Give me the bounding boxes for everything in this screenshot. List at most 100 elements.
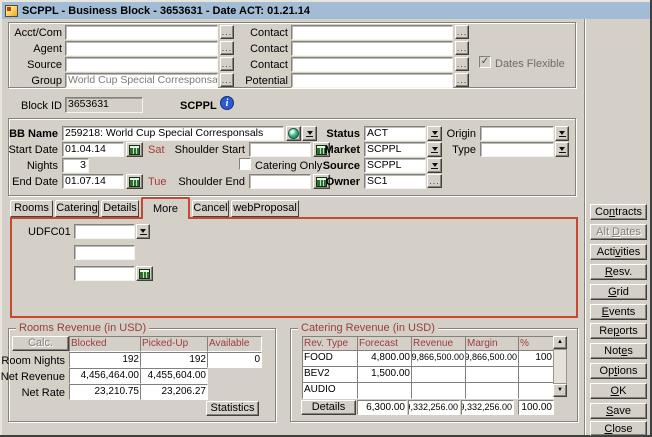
catering-row-audio-revenue[interactable] <box>411 382 466 399</box>
start-date-label: Start Date <box>8 144 58 156</box>
dates-flexible-label: Dates Flexible <box>495 58 565 70</box>
catering-row-bev2-percent[interactable] <box>518 366 554 383</box>
rooms-col-available: Available <box>207 336 262 352</box>
contact2-field[interactable] <box>291 41 453 56</box>
net-rate-picked-cell: 23,206.27 <box>140 384 208 400</box>
details-button[interactable]: Details <box>301 400 356 415</box>
market-field[interactable]: SCPPL <box>364 142 426 157</box>
udfc01-field[interactable] <box>74 224 135 239</box>
agent-field[interactable] <box>65 41 218 56</box>
catering-row-food-revenue[interactable]: 9,866,500.00 <box>411 350 466 367</box>
sidebar-button-ok[interactable]: OK <box>590 383 647 399</box>
sidebar-button-grid[interactable]: Grid <box>590 284 647 300</box>
info-icon[interactable]: i <box>220 96 234 110</box>
room-nights-available-cell: 0 <box>207 352 262 368</box>
dates-flexible-checkbox: ✓ <box>479 56 491 68</box>
sidebar-button-events[interactable]: Events <box>590 304 647 320</box>
block-id-field: 3653631 <box>65 97 143 113</box>
shoulder-end-field[interactable] <box>249 174 311 189</box>
status-field[interactable]: ACT <box>364 126 426 141</box>
acct-com-label: Acct/Com <box>8 27 62 39</box>
sidebar-button-close[interactable]: Close <box>590 421 647 436</box>
tab-webproposal[interactable]: webProposal <box>231 200 299 217</box>
business-block-window: SCPPL - Business Block - 3653631 - Date … <box>0 0 652 437</box>
catering-row-audio-forecast[interactable] <box>357 382 412 399</box>
start-date-calendar-button[interactable] <box>126 142 143 157</box>
catering-row-bev2-revenue[interactable] <box>411 366 466 383</box>
source-account-label: Source <box>8 59 62 71</box>
sidebar-button-options[interactable]: Options <box>590 363 647 379</box>
calendar-icon <box>139 269 150 279</box>
catering-row-food-percent[interactable]: 100 <box>518 350 554 367</box>
contact1-field[interactable] <box>291 25 453 40</box>
end-date-field[interactable]: 01.07.14 <box>62 174 124 189</box>
contact3-field[interactable] <box>291 57 453 72</box>
owner-lov-button[interactable]: ... <box>427 174 442 188</box>
dropdown-bar-icon <box>559 136 566 137</box>
nights-field[interactable]: 3 <box>62 158 89 173</box>
rooms-col-picked-up: Picked-Up <box>140 336 208 352</box>
source-account-field[interactable] <box>65 57 218 72</box>
catering-row-food-margin[interactable]: 9,866,500.00 <box>465 350 519 367</box>
catering-total-forecast: 6,300.00 <box>357 400 407 415</box>
catering-only-checkbox[interactable] <box>239 158 251 170</box>
source-dropdown-button[interactable] <box>427 158 442 173</box>
owner-label: Owner <box>312 176 360 188</box>
origin-dropdown-button[interactable] <box>555 126 569 141</box>
catering-row-food-type[interactable]: FOOD <box>302 350 358 367</box>
tab-cancel[interactable]: Cancel <box>192 200 229 217</box>
catering-col-margin: Margin <box>465 336 519 351</box>
udfc01-dropdown-button[interactable] <box>136 224 150 239</box>
acct-com-field[interactable] <box>65 25 218 40</box>
owner-field[interactable]: SC1 <box>364 174 426 189</box>
calendar-icon <box>129 177 140 187</box>
net-revenue-row-label: Net Revenue <box>0 371 65 383</box>
potential-field[interactable] <box>291 73 453 88</box>
dropdown-arrow-icon <box>559 147 565 151</box>
sidebar-button-contracts[interactable]: Contracts <box>590 204 647 220</box>
net-revenue-blocked-cell: 4,456,464.00 <box>69 368 141 384</box>
tab-rooms[interactable]: Rooms <box>10 200 53 217</box>
sidebar-button-activities[interactable]: Activities <box>590 244 647 260</box>
udf-date-calendar-button[interactable] <box>136 266 153 281</box>
calc-button: Calc. <box>12 336 69 351</box>
sidebar-button-save[interactable]: Save <box>590 403 647 419</box>
contact3-lov-button[interactable]: ... <box>455 57 469 71</box>
catering-scrollbar-track[interactable] <box>553 349 567 384</box>
udf-field-3[interactable] <box>74 266 135 281</box>
contact2-lov-button[interactable]: ... <box>455 41 469 55</box>
catering-row-food-forecast[interactable]: 4,800.00 <box>357 350 412 367</box>
room-nights-row-label: Room Nights <box>0 355 65 367</box>
sidebar-button-reports[interactable]: Reports <box>590 323 647 339</box>
statistics-button[interactable]: Statistics <box>206 401 259 416</box>
type-field[interactable] <box>480 142 554 157</box>
room-nights-blocked-cell: 192 <box>69 352 141 368</box>
bb-name-globe-button[interactable] <box>286 126 301 141</box>
start-date-field[interactable]: 01.04.14 <box>62 142 124 157</box>
sidebar-button-notes[interactable]: Notes <box>590 343 647 359</box>
tab-details[interactable]: Details <box>101 200 139 217</box>
source-field[interactable]: SCPPL <box>364 158 426 173</box>
catering-row-bev2-margin[interactable] <box>465 366 519 383</box>
end-date-label: End Date <box>8 176 58 188</box>
contact3-label: Contact <box>232 59 288 71</box>
origin-field[interactable] <box>480 126 554 141</box>
bb-name-field[interactable]: 259218: World Cup Special Corresponsals <box>62 126 284 141</box>
catering-row-audio-percent[interactable] <box>518 382 554 399</box>
potential-lov-button[interactable]: ... <box>455 73 469 87</box>
udf-field-2[interactable] <box>74 245 135 260</box>
catering-row-audio-margin[interactable] <box>465 382 519 399</box>
catering-row-bev2-forecast[interactable]: 1,500.00 <box>357 366 412 383</box>
block-id-label: Block ID <box>8 100 62 112</box>
tab-catering[interactable]: Catering <box>55 200 99 217</box>
end-date-calendar-button[interactable] <box>126 174 143 189</box>
tab-more[interactable]: More <box>141 197 190 219</box>
sidebar-button-resv[interactable]: Resv. <box>590 264 647 280</box>
type-dropdown-button[interactable] <box>555 142 569 157</box>
catering-row-bev2-type[interactable]: BEV2 <box>302 366 358 383</box>
contact1-lov-button[interactable]: ... <box>455 25 469 39</box>
catering-scroll-down-button[interactable]: ▼ <box>553 384 567 397</box>
catering-row-audio-type[interactable]: AUDIO <box>302 382 358 399</box>
shoulder-start-field[interactable] <box>249 142 311 157</box>
catering-scroll-up-button[interactable]: ▲ <box>553 336 567 349</box>
